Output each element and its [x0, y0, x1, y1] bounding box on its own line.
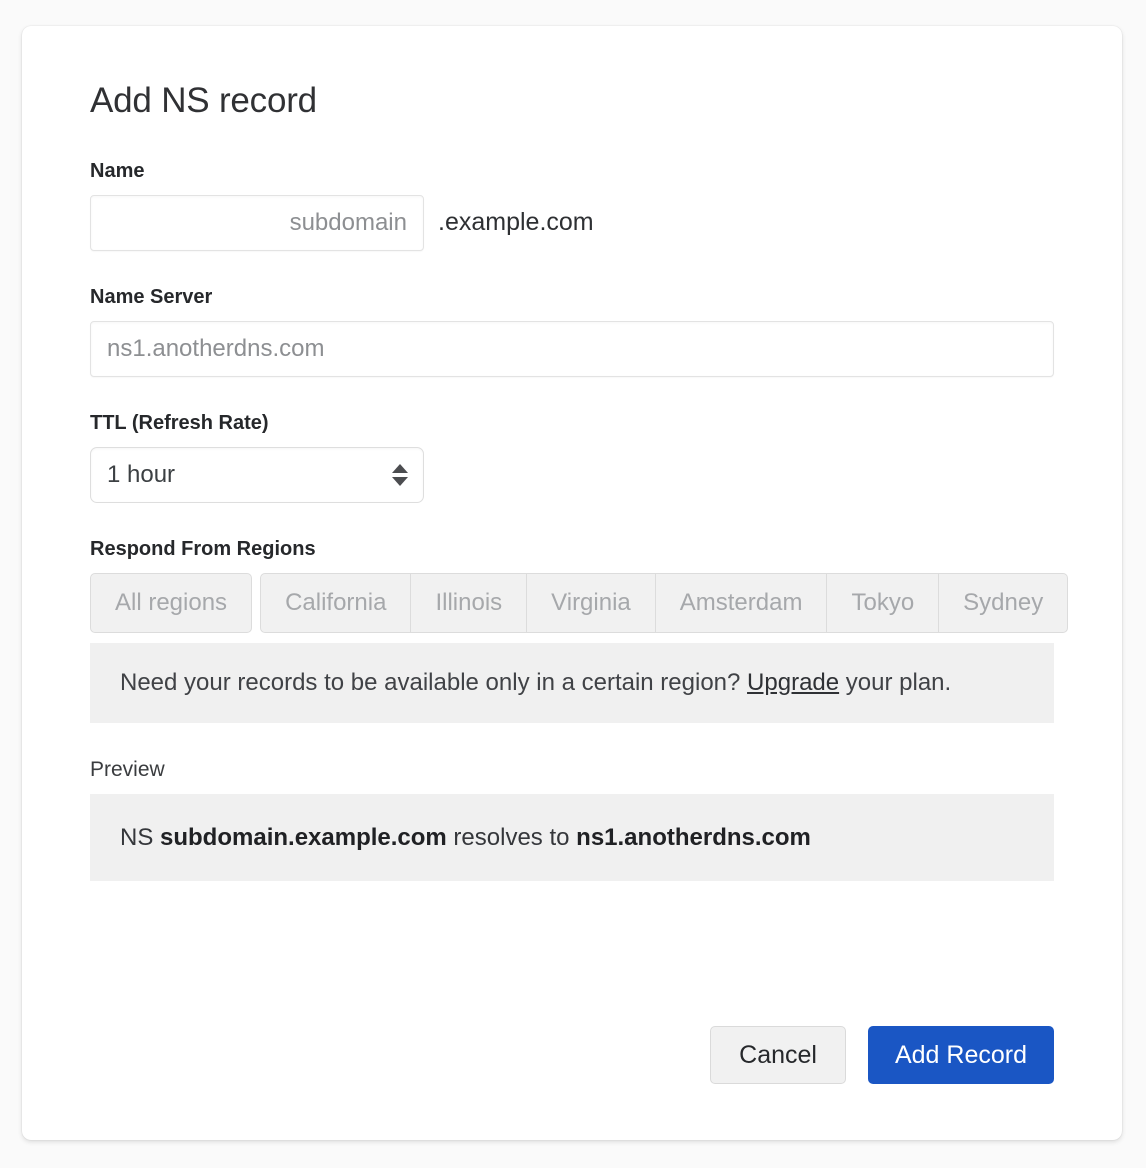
- nameserver-field-group: Name Server: [90, 285, 1054, 377]
- ttl-select[interactable]: 1 hour: [90, 447, 424, 503]
- region-button-amsterdam[interactable]: Amsterdam: [656, 573, 828, 633]
- ttl-select-wrapper: 1 hour: [90, 447, 424, 503]
- preview-section: Preview NS subdomain.example.com resolve…: [90, 757, 1054, 881]
- upgrade-notice-bar: Need your records to be available only i…: [90, 643, 1054, 723]
- dialog-footer: Cancel Add Record: [22, 1026, 1054, 1084]
- ttl-field-group: TTL (Refresh Rate) 1 hour: [90, 411, 1054, 503]
- name-input[interactable]: [90, 195, 424, 251]
- ttl-field-label: TTL (Refresh Rate): [90, 411, 1054, 435]
- nameserver-field-label: Name Server: [90, 285, 1054, 309]
- preview-prefix: NS: [120, 824, 160, 851]
- region-button-sydney[interactable]: Sydney: [939, 573, 1068, 633]
- preview-label: Preview: [90, 757, 1054, 782]
- nameserver-input[interactable]: [90, 321, 1054, 377]
- regions-button-row: All regions California Illinois Virginia…: [90, 573, 1054, 633]
- dialog-page: Add NS record Name .example.com Name Ser…: [0, 0, 1146, 1168]
- add-record-button[interactable]: Add Record: [868, 1026, 1054, 1084]
- region-button-virginia[interactable]: Virginia: [527, 573, 656, 633]
- preview-middle: resolves to: [447, 824, 576, 851]
- region-button-all[interactable]: All regions: [90, 573, 252, 633]
- preview-record-name: subdomain.example.com: [160, 824, 447, 851]
- add-record-dialog-card: Add NS record Name .example.com Name Ser…: [22, 26, 1122, 1140]
- region-button-illinois[interactable]: Illinois: [411, 573, 527, 633]
- dialog-body: Add NS record Name .example.com Name Ser…: [22, 26, 1122, 881]
- region-button-california[interactable]: California: [260, 573, 411, 633]
- name-input-row: .example.com: [90, 195, 1054, 251]
- preview-box: NS subdomain.example.com resolves to ns1…: [90, 794, 1054, 881]
- regions-field-label: Respond From Regions: [90, 537, 1054, 561]
- notice-text-after: your plan.: [839, 669, 951, 696]
- domain-suffix-label: .example.com: [438, 208, 594, 237]
- regions-button-group: California Illinois Virginia Amsterdam T…: [260, 573, 1068, 633]
- region-button-tokyo[interactable]: Tokyo: [827, 573, 939, 633]
- upgrade-link[interactable]: Upgrade: [747, 669, 839, 696]
- preview-record-target: ns1.anotherdns.com: [576, 824, 811, 851]
- name-field-group: Name .example.com: [90, 159, 1054, 251]
- page-title: Add NS record: [90, 82, 1054, 121]
- name-field-label: Name: [90, 159, 1054, 183]
- cancel-button[interactable]: Cancel: [710, 1026, 846, 1084]
- regions-field-group: Respond From Regions All regions Califor…: [90, 537, 1054, 723]
- notice-text-before: Need your records to be available only i…: [120, 669, 747, 696]
